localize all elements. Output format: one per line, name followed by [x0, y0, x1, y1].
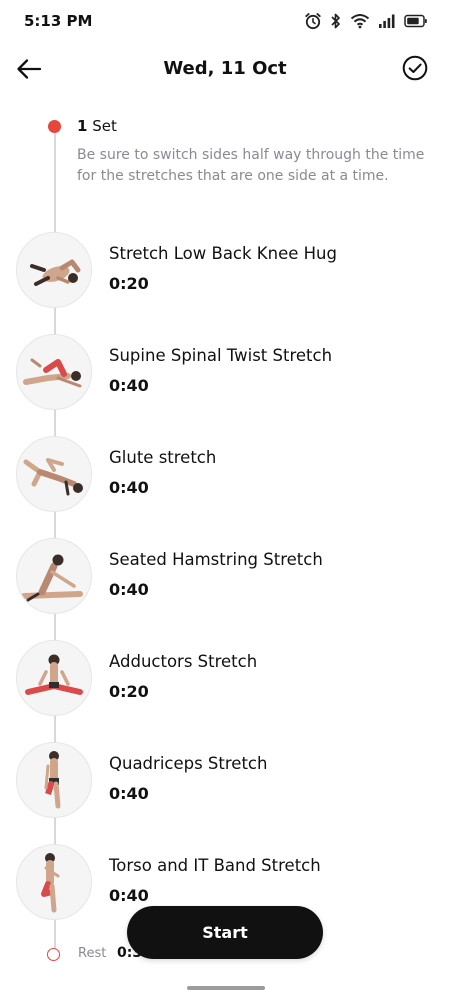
exercise-item[interactable]: Quadriceps Stretch 0:40 [16, 742, 436, 820]
exercise-duration: 0:20 [109, 274, 149, 293]
page-title: Wed, 11 Oct [163, 58, 287, 79]
exercise-item[interactable]: Glute stretch 0:40 [16, 436, 436, 514]
adductors-stretch-figure [16, 640, 92, 716]
rest-marker-dot [47, 948, 60, 961]
it-band-stretch-figure [16, 844, 92, 920]
alarm-icon [304, 12, 322, 30]
exercise-item[interactable]: Stretch Low Back Knee Hug 0:20 [16, 232, 436, 310]
status-bar: 5:13 PM [0, 0, 450, 42]
exercise-name: Torso and IT Band Stretch [109, 856, 321, 875]
quadriceps-stretch-figure [16, 742, 92, 818]
bluetooth-icon [330, 12, 342, 30]
exercise-duration: 0:40 [109, 580, 149, 599]
set-note: Be sure to switch sides half way through… [77, 147, 425, 184]
exercise-name: Stretch Low Back Knee Hug [109, 244, 337, 263]
exercise-item[interactable]: Seated Hamstring Stretch 0:40 [16, 538, 436, 616]
status-time: 5:13 PM [24, 12, 93, 30]
set-count: 1 [77, 117, 88, 135]
exercise-name: Quadriceps Stretch [109, 754, 268, 773]
exercise-duration: 0:40 [109, 478, 149, 497]
signal-icon [378, 13, 396, 29]
workout-screen: 5:13 PM Wed, 11 Oct 1 Set Be sure to swi… [0, 0, 450, 1000]
exercise-name: Supine Spinal Twist Stretch [109, 346, 333, 365]
exercise-duration: 0:40 [109, 376, 149, 395]
exercise-item[interactable]: Adductors Stretch 0:20 [16, 640, 436, 718]
exercise-name: Glute stretch [109, 448, 217, 467]
app-header: Wed, 11 Oct [0, 48, 450, 92]
done-button[interactable] [400, 55, 430, 85]
exercise-duration: 0:40 [109, 784, 149, 803]
exercise-item[interactable]: Supine Spinal Twist Stretch 0:40 [16, 334, 436, 412]
knee-hug-figure [16, 232, 92, 308]
exercise-name: Seated Hamstring Stretch [109, 550, 323, 569]
spinal-twist-figure [16, 334, 92, 410]
home-indicator[interactable] [187, 986, 265, 990]
start-button[interactable]: Start [127, 906, 323, 959]
set-label-text: Set [92, 117, 117, 135]
check-circle-icon [402, 55, 428, 85]
battery-icon [404, 14, 428, 28]
status-icons [304, 12, 428, 30]
set-marker-dot [48, 120, 61, 133]
rest-label: Rest [78, 946, 107, 961]
exercise-name: Adductors Stretch [109, 652, 258, 671]
glute-stretch-figure [16, 436, 92, 512]
exercise-duration: 0:40 [109, 886, 149, 905]
wifi-icon [350, 13, 370, 29]
hamstring-stretch-figure [16, 538, 92, 614]
set-label: 1 Set [77, 117, 117, 135]
exercise-duration: 0:20 [109, 682, 149, 701]
